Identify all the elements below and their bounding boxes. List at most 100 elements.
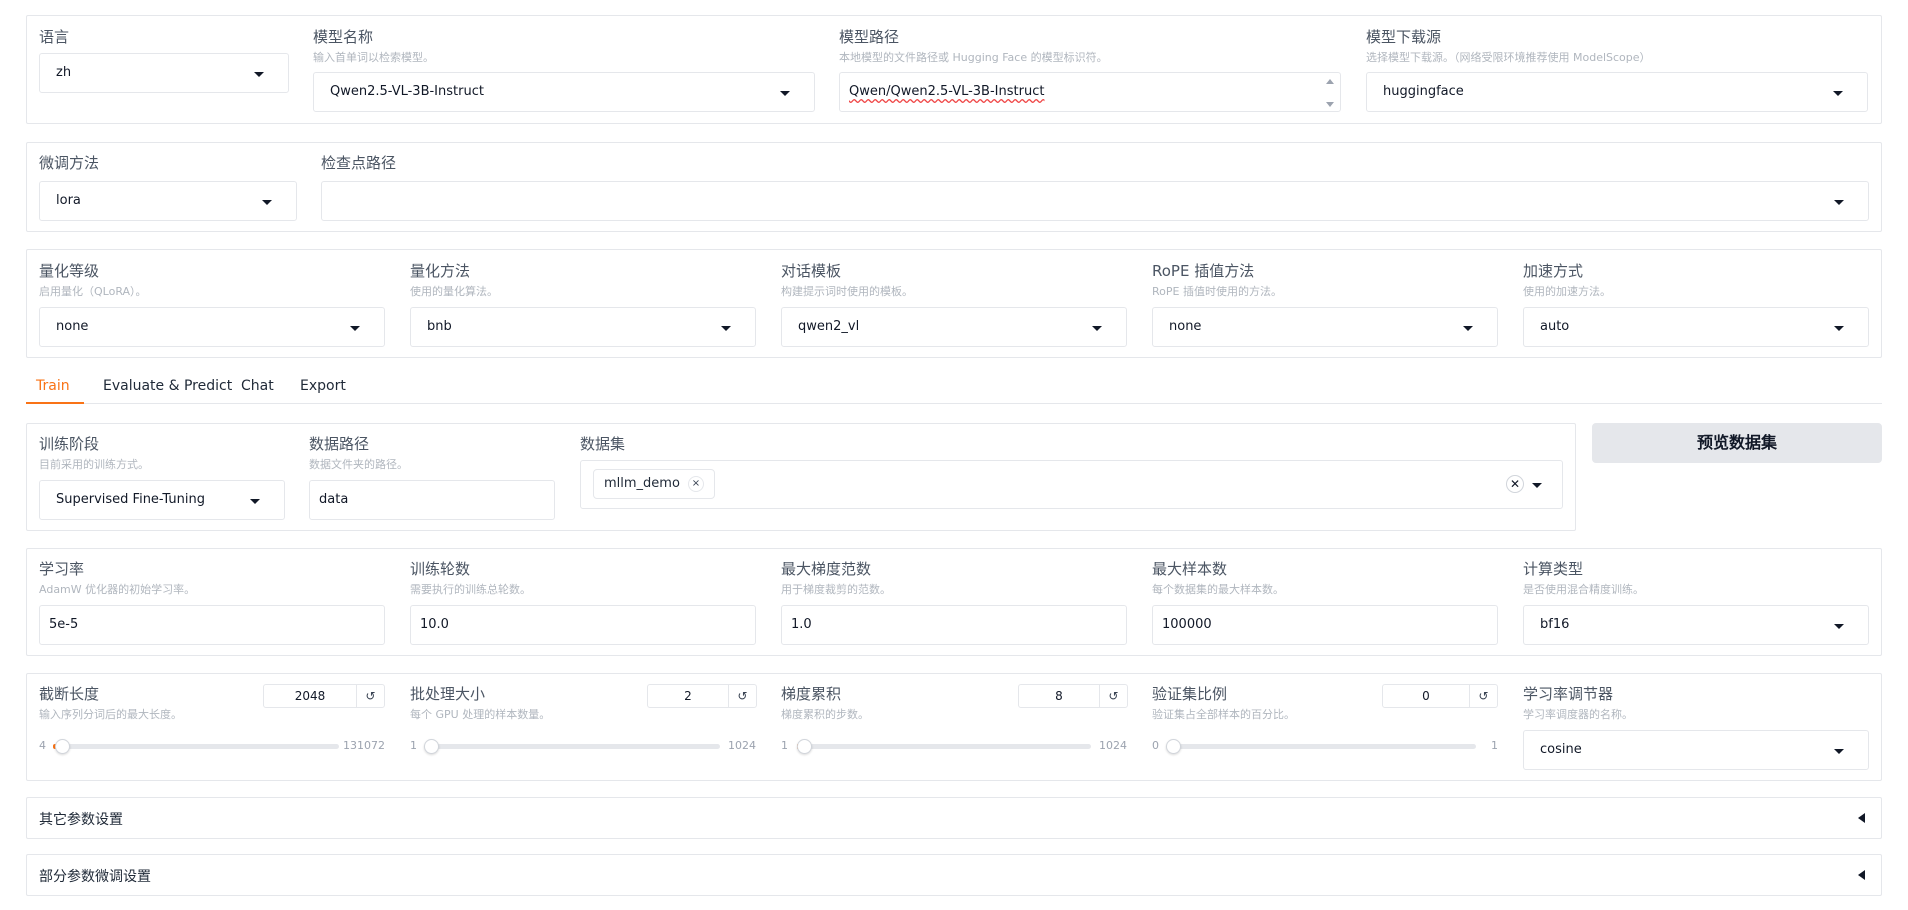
slider-thumb[interactable]	[797, 739, 812, 754]
batch-size-slider[interactable]: 1 1024	[410, 738, 756, 754]
slider-min-label: 0	[1152, 739, 1159, 752]
slider-track	[797, 739, 1091, 754]
dataset-chip: mllm_demo ×	[593, 469, 715, 499]
chevron-down-icon[interactable]	[1532, 483, 1542, 488]
freeze-settings-accordion[interactable]: 部分参数微调设置	[26, 854, 1882, 896]
batch-size-number-input[interactable]: 2 ↺	[647, 684, 757, 708]
chevron-down-icon	[1833, 91, 1843, 96]
model-path-input[interactable]: Qwen/Qwen2.5-VL-3B-Instruct	[839, 72, 1341, 112]
reset-icon[interactable]: ↺	[1099, 685, 1127, 707]
expand-arrow-icon	[1858, 813, 1865, 823]
chevron-down-icon	[780, 91, 790, 96]
slider-thumb[interactable]	[55, 739, 71, 754]
chevron-down-icon	[1834, 624, 1844, 629]
finetune-method-label: 微调方法	[39, 154, 100, 172]
dataset-dir-input[interactable]: data	[309, 480, 555, 520]
cutoff-len-number-input[interactable]: 2048 ↺	[263, 684, 385, 708]
quant-method-dropdown[interactable]: bnb	[410, 307, 756, 347]
other-settings-accordion[interactable]: 其它参数设置	[26, 797, 1882, 839]
grad-accum-number-input[interactable]: 8 ↺	[1018, 684, 1128, 708]
val-size-slider[interactable]: 0 1	[1152, 738, 1498, 754]
finetune-panel: 微调方法 lora 检查点路径	[26, 142, 1882, 232]
cutoff-len-value: 2048	[294, 689, 326, 703]
rope-value: none	[1169, 319, 1202, 334]
lr-value: 5e-5	[49, 617, 79, 632]
hyperparam-panel: 学习率 AdamW 优化器的初始学习率。 5e-5 训练轮数 需要执行的训练总轮…	[26, 548, 1882, 656]
chevron-down-icon	[1834, 200, 1844, 205]
epochs-input[interactable]: 10.0	[410, 605, 756, 645]
chevron-down-icon	[250, 499, 260, 504]
clear-selection-icon[interactable]: ✕	[1506, 475, 1524, 493]
template-label: 对话模板	[781, 262, 842, 280]
slider-thumb[interactable]	[424, 739, 440, 754]
chevron-down-icon	[1834, 326, 1844, 331]
template-dropdown[interactable]: qwen2_vl	[781, 307, 1127, 347]
reset-icon[interactable]: ↺	[356, 685, 384, 707]
slider-max-label: 1024	[1099, 739, 1127, 752]
preview-dataset-button[interactable]: 预览数据集	[1592, 423, 1882, 463]
finetune-method-value: lora	[56, 193, 81, 208]
tab-export[interactable]: Export	[300, 378, 346, 394]
val-size-number-input[interactable]: 0 ↺	[1382, 684, 1498, 708]
model-name-info: 输入首单词以检索模型。	[313, 51, 434, 64]
stage-dropdown[interactable]: Supervised Fine-Tuning	[39, 480, 285, 520]
reset-icon[interactable]: ↺	[728, 685, 756, 707]
lr-info: AdamW 优化器的初始学习率。	[39, 583, 196, 596]
booster-dropdown[interactable]: auto	[1523, 307, 1869, 347]
batch-size-value: 2	[684, 689, 692, 703]
model-path-label: 模型路径	[839, 28, 900, 46]
slider-min-label: 4	[39, 739, 46, 752]
hub-value: huggingface	[1383, 84, 1464, 99]
booster-info: 使用的加速方法。	[1523, 285, 1611, 298]
stage-info: 目前采用的训练方式。	[39, 458, 149, 471]
scheduler-dropdown[interactable]: cosine	[1523, 730, 1869, 770]
chevron-down-icon	[262, 200, 272, 205]
model-path-info: 本地模型的文件路径或 Hugging Face 的模型标识符。	[839, 51, 1108, 64]
template-value: qwen2_vl	[798, 319, 860, 334]
booster-label: 加速方式	[1523, 262, 1584, 280]
finetune-method-dropdown[interactable]: lora	[39, 181, 297, 221]
template-info: 构建提示词时使用的模板。	[781, 285, 913, 298]
cutoff-len-slider[interactable]: 4 131072	[39, 738, 385, 754]
grad-accum-slider[interactable]: 1 1024	[781, 738, 1127, 754]
max-grad-norm-info: 用于梯度裁剪的范数。	[781, 583, 891, 596]
chevron-down-icon	[721, 326, 731, 331]
chevron-down-icon	[350, 326, 360, 331]
checkpoint-dropdown[interactable]	[321, 181, 1869, 221]
tab-bar: Train Evaluate & Predict Chat Export	[26, 374, 1882, 404]
compute-type-value: bf16	[1540, 617, 1570, 632]
slider-thumb[interactable]	[1166, 739, 1181, 754]
dataset-label: 数据集	[580, 435, 626, 453]
tab-train[interactable]: Train	[36, 378, 70, 394]
rope-info: RoPE 插值时使用的方法。	[1152, 285, 1282, 298]
rope-dropdown[interactable]: none	[1152, 307, 1498, 347]
max-samples-input[interactable]: 100000	[1152, 605, 1498, 645]
val-size-info: 验证集占全部样本的百分比。	[1152, 708, 1295, 721]
epochs-value: 10.0	[420, 617, 449, 632]
scheduler-label: 学习率调节器	[1523, 685, 1614, 703]
remove-chip-icon[interactable]: ×	[687, 475, 704, 492]
tab-evaluate-predict[interactable]: Evaluate & Predict	[103, 378, 232, 394]
max-samples-value: 100000	[1162, 617, 1212, 632]
slider-max-label: 131072	[343, 739, 385, 752]
lang-value: zh	[56, 65, 72, 80]
reset-icon[interactable]: ↺	[1469, 685, 1497, 707]
lang-label: 语言	[39, 28, 70, 46]
dataset-multiselect[interactable]: mllm_demo × ✕	[580, 460, 1563, 509]
advanced-panel: 量化等级 启用量化（QLoRA）。 none 量化方法 使用的量化算法。 bnb…	[26, 249, 1882, 358]
dataset-chip-label: mllm_demo	[604, 476, 680, 491]
scroll-arrows-icon[interactable]	[1326, 75, 1336, 111]
lr-input[interactable]: 5e-5	[39, 605, 385, 645]
dataset-dir-info: 数据文件夹的路径。	[309, 458, 408, 471]
compute-type-dropdown[interactable]: bf16	[1523, 605, 1869, 645]
max-samples-label: 最大样本数	[1152, 560, 1228, 578]
hub-label: 模型下载源	[1366, 28, 1442, 46]
lang-dropdown[interactable]: zh	[39, 53, 289, 93]
slider-panel: 截断长度 输入序列分词后的最大长度。 2048 ↺ 4 131072 批处理大小…	[26, 673, 1882, 781]
quant-bit-dropdown[interactable]: none	[39, 307, 385, 347]
tab-chat[interactable]: Chat	[241, 378, 274, 394]
max-grad-norm-input[interactable]: 1.0	[781, 605, 1127, 645]
model-name-dropdown[interactable]: Qwen2.5-VL-3B-Instruct	[313, 72, 815, 112]
hub-dropdown[interactable]: huggingface	[1366, 72, 1868, 112]
slider-track	[1166, 739, 1476, 754]
